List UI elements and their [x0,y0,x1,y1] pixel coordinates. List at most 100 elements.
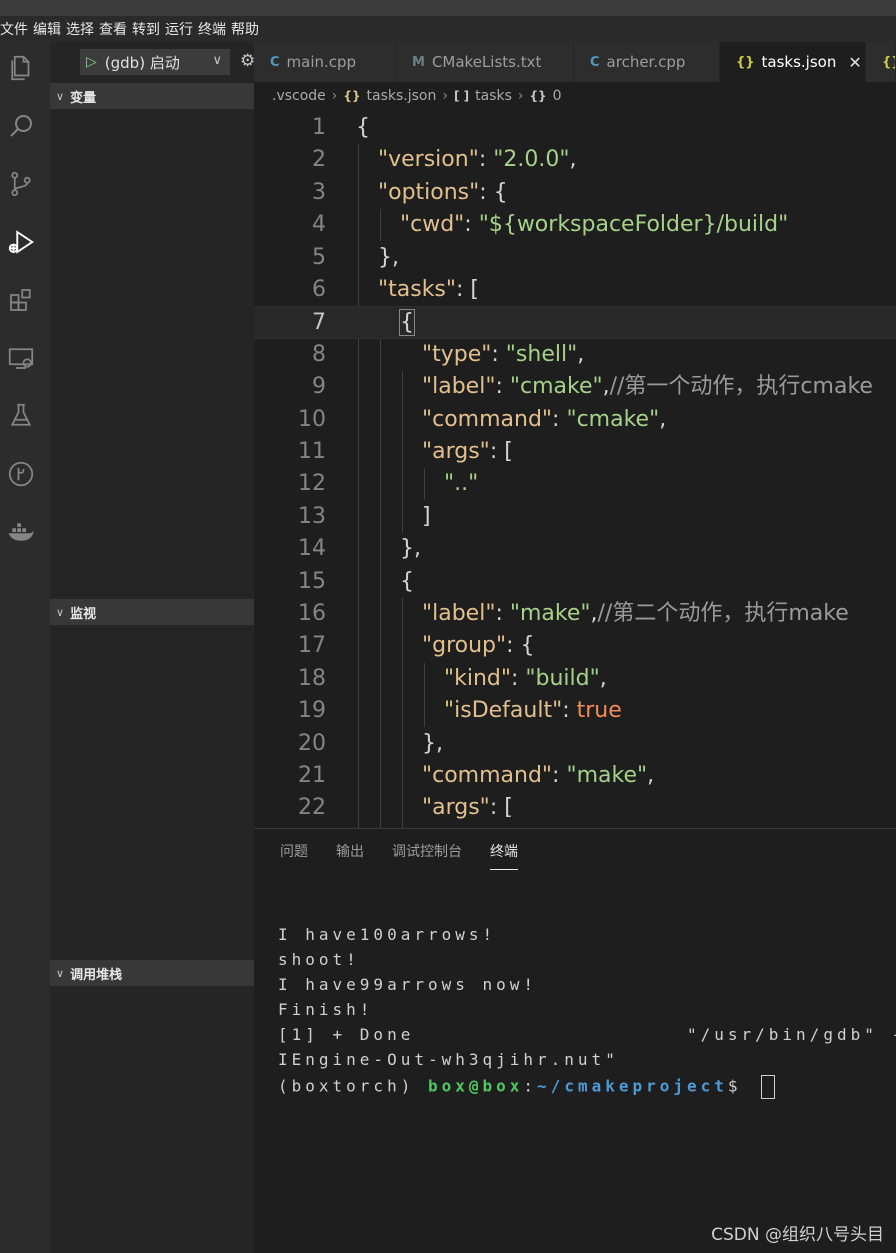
extensions-icon[interactable] [5,284,37,316]
search-icon[interactable] [5,110,37,142]
code-line: 19 "isDefault": true [298,698,622,724]
watermark: CSDN @组织八号头目 [711,1225,884,1245]
debug-toolbar: ▷ (gdb) 启动 ∨ ⚙ [50,42,255,82]
call-stack-section-header[interactable]: ∨ 调用堆栈 [50,960,254,986]
chevron-down-icon: ∨ [212,53,222,68]
array-icon: [ ] [453,89,470,103]
terminal-line: I have100arrows! [278,925,497,944]
code-line: 6 "tasks": [ [312,277,480,302]
gear-icon[interactable]: ⚙ [240,51,255,71]
terminal-line: [1] + Done "/usr/bin/gdb" --interpreter=… [278,1025,896,1044]
tab-label: archer.cpp [606,53,686,71]
code-line: 1{ [312,115,370,140]
code-line: 12 ".." [298,471,479,497]
run-debug-icon[interactable] [5,226,37,258]
tab-archer-cpp[interactable]: C archer.cpp [574,42,720,82]
code-line: 9 "label": "cmake",//第一个动作，执行cmake [312,374,873,400]
code-line: 21 "command": "make", [298,763,655,788]
chevron-right-icon: › [331,88,338,104]
menu-view[interactable]: 查看 [99,19,132,39]
bottom-panel: 问题 输出 调试控制台 终端 I have100arrows! shoot! I… [254,828,896,1253]
code-line-current: 7{ [254,306,896,339]
tab-cmakelists[interactable]: M CMakeLists.txt [396,42,574,82]
menu-edit[interactable]: 编辑 [33,19,66,39]
launch-config-select[interactable]: ▷ (gdb) 启动 ∨ [80,49,230,75]
terminal-line: I have99arrows now! [278,975,538,994]
menu-help[interactable]: 帮助 [231,19,264,39]
launch-config-label: (gdb) 启动 [104,53,180,72]
code-line: 18 "kind": "build", [298,665,607,691]
variables-section-header[interactable]: ∨ 变量 [50,83,254,109]
code-line: 8 "type": "shell", [312,341,585,367]
menu-terminal[interactable]: 终端 [198,19,231,39]
chevron-right-icon: › [517,88,524,104]
menu-bar: 文件 编辑 选择 查看 转到 运行 终端 帮助 [0,16,896,42]
code-line: 22 "args": [ [298,795,513,821]
tab-output[interactable]: 输出 [336,829,364,873]
watch-title: 监视 [70,606,97,622]
tab-main-cpp[interactable]: C main.cpp [254,42,396,82]
chevron-down-icon: ∨ [56,89,65,103]
code-line: 15{ [298,568,414,594]
tab-problems[interactable]: 问题 [280,829,308,873]
testing-icon[interactable] [5,400,37,432]
breadcrumb-index[interactable]: 0 [553,88,562,104]
cpp-file-icon: C [270,54,280,70]
call-stack-title: 调用堆栈 [70,967,123,983]
code-line: 17 "group": { [298,633,535,659]
title-bar [0,0,896,16]
docker-icon[interactable] [5,516,37,548]
menu-selection[interactable]: 选择 [66,19,99,39]
terminal-line: shoot! [278,950,360,969]
chevron-down-icon: ∨ [56,605,65,619]
git-graph-icon[interactable] [5,458,37,490]
code-line: 11 "args": [ [298,439,513,464]
menu-run[interactable]: 运行 [165,19,198,39]
remote-explorer-icon[interactable] [5,342,37,374]
tab-terminal[interactable]: 终端 [490,829,518,873]
breadcrumb-symbol[interactable]: tasks [475,88,512,104]
tab-overflow[interactable]: {} [866,42,896,82]
tab-label: main.cpp [286,53,357,71]
code-line: 14}, [298,536,421,562]
watch-section-header[interactable]: ∨ 监视 [50,599,254,625]
terminal-line: IEngine-Out-wh3qjihr.nut" [278,1050,619,1069]
chevron-down-icon: ∨ [56,966,65,980]
menu-file[interactable]: 文件 [0,19,33,39]
code-line: 10 "command": "cmake", [298,406,667,432]
json-file-icon: {} [343,89,361,103]
start-debugging-icon[interactable]: ▷ [86,54,97,70]
breadcrumb-file[interactable]: tasks.json [367,88,437,104]
chevron-right-icon: › [442,88,448,104]
terminal-output[interactable]: I have100arrows! shoot! I have99arrows n… [278,925,896,1100]
source-control-icon[interactable] [5,168,37,200]
menu-go[interactable]: 转到 [132,19,165,39]
code-line: 20}, [298,730,443,756]
code-line: 13] [298,503,431,529]
tab-label: tasks.json [761,53,837,71]
code-line: 5}, [312,244,399,270]
terminal-line: Finish! [278,1000,374,1019]
breadcrumb-folder[interactable]: .vscode [272,88,326,104]
editor-area: C main.cpp M CMakeLists.txt C archer.cpp… [254,42,896,828]
variables-title: 变量 [70,90,97,106]
cpp-file-icon: C [590,54,600,70]
tab-tasks-json[interactable]: {} tasks.json ✕ [720,42,866,82]
json-file-icon: {} [882,54,895,70]
object-icon: {} [529,89,547,103]
code-editor[interactable]: 1{ 2 "version": "2.0.0", 3 "options": { 4 "… [254,112,896,828]
terminal-prompt: (boxtorch) box@box:~/cmakeproject$ [278,1075,896,1100]
code-line: 16 "label": "make",//第二个动作，执行make [298,601,849,626]
code-line: 2 "version": "2.0.0", [312,147,577,173]
code-line: 4 "cwd": "${workspaceFolder}/build" [312,212,789,238]
close-icon[interactable]: ✕ [848,53,861,72]
debug-sidebar: ▷ (gdb) 启动 ∨ ⚙ ∨ 变量 ∨ 监视 ∨ 调用堆栈 [50,42,255,1253]
tab-label: CMakeLists.txt [431,53,542,71]
explorer-icon[interactable] [5,52,37,84]
cmake-file-icon: M [412,54,425,70]
activity-bar [0,42,50,1253]
tab-debug-console[interactable]: 调试控制台 [392,829,462,873]
json-file-icon: {} [736,54,755,70]
panel-tab-bar: 问题 输出 调试控制台 终端 [254,829,896,873]
terminal-cursor[interactable] [761,1075,776,1099]
